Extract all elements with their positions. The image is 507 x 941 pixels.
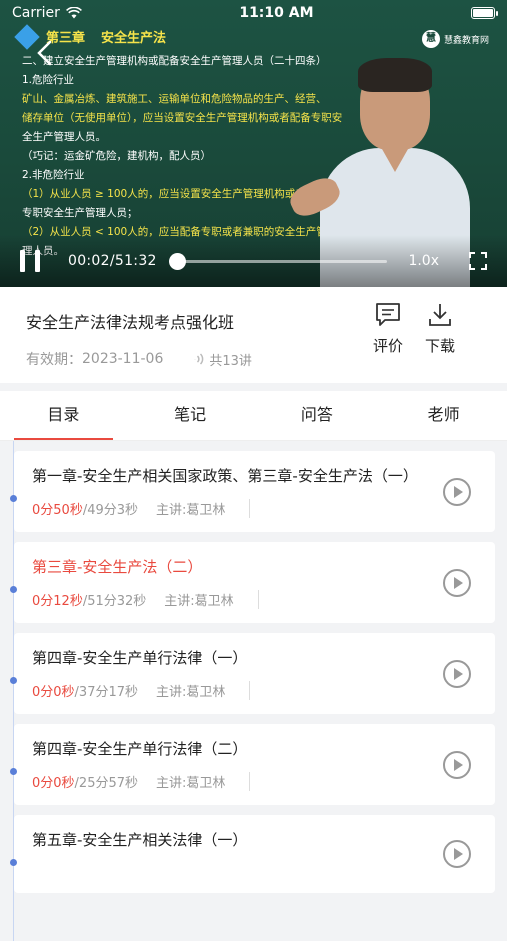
status-bar: Carrier 11:10 AM bbox=[0, 0, 507, 26]
lesson-item[interactable]: 第一章-安全生产相关国家政策、第三章-安全生产法（一） 0分50秒/49分3秒主讲… bbox=[14, 451, 495, 532]
board-line: 全生产管理人员。 bbox=[22, 128, 362, 147]
lesson-item[interactable]: 第四章-安全生产单行法律（二） 0分0秒/25分57秒主讲:葛卫林 bbox=[14, 724, 495, 805]
lesson-meta: 0分0秒/25分57秒主讲:葛卫林 bbox=[32, 772, 435, 791]
school-logo: 慧 慧鑫教育网 bbox=[422, 30, 489, 48]
lesson-teacher: 主讲:葛卫林 bbox=[156, 499, 250, 518]
playback-controls: 00:02/51:32 1.0x bbox=[0, 235, 507, 287]
course-info: 安全生产法律法规考点强化班 有效期： 2023-11-06 共13讲 评价 bbox=[0, 287, 507, 383]
lesson-title: 第四章-安全生产单行法律（一） bbox=[32, 647, 435, 669]
review-button[interactable]: 评价 bbox=[373, 301, 403, 356]
board-line: 1.危险行业 bbox=[22, 71, 362, 90]
speed-button[interactable]: 1.0x bbox=[408, 253, 439, 269]
lesson-watched: 0分12秒 bbox=[32, 590, 83, 609]
timeline-dot bbox=[10, 859, 17, 866]
lesson-meta: 0分50秒/49分3秒主讲:葛卫林 bbox=[32, 499, 435, 518]
play-circle-icon[interactable] bbox=[443, 660, 471, 688]
lesson-watched: 0分50秒 bbox=[32, 499, 83, 518]
download-icon bbox=[427, 302, 453, 328]
school-logo-text: 慧鑫教育网 bbox=[444, 33, 489, 46]
lesson-duration: /25分57秒 bbox=[75, 772, 138, 791]
tab-teacher[interactable]: 老师 bbox=[380, 391, 507, 440]
review-label: 评价 bbox=[373, 335, 403, 356]
download-label: 下载 bbox=[425, 335, 455, 356]
chevron-left-icon bbox=[35, 40, 55, 66]
lesson-watched: 0分0秒 bbox=[32, 681, 75, 700]
clock: 11:10 AM bbox=[239, 5, 313, 21]
pause-button[interactable] bbox=[20, 250, 40, 272]
tab-notes[interactable]: 笔记 bbox=[127, 391, 254, 440]
current-time: 00:02 bbox=[68, 253, 110, 269]
tab-qa[interactable]: 问答 bbox=[254, 391, 381, 440]
tab-bar: 目录 笔记 问答 老师 bbox=[0, 391, 507, 441]
course-actions: 评价 下载 bbox=[373, 301, 455, 356]
timeline-dot bbox=[10, 586, 17, 593]
lesson-meta: 0分0秒/37分17秒主讲:葛卫林 bbox=[32, 681, 435, 700]
seek-bar-thumb[interactable] bbox=[169, 253, 186, 270]
comment-icon bbox=[374, 302, 402, 328]
lesson-item[interactable]: 第三章-安全生产法（二） 0分12秒/51分32秒主讲:葛卫林 bbox=[14, 542, 495, 623]
lesson-count: 共13讲 bbox=[193, 350, 252, 369]
total-time: 51:32 bbox=[115, 253, 157, 269]
timeline-dot bbox=[10, 677, 17, 684]
battery-icon bbox=[471, 7, 495, 19]
fullscreen-icon[interactable] bbox=[469, 252, 487, 270]
lesson-title: 第一章-安全生产相关国家政策、第三章-安全生产法（一） bbox=[32, 465, 435, 487]
board-line: （巧记：运金矿危险，建机构，配人员） bbox=[22, 147, 362, 166]
download-button[interactable]: 下载 bbox=[425, 301, 455, 356]
lesson-teacher: 主讲:葛卫林 bbox=[164, 590, 258, 609]
board-line: 二、建立安全生产管理机构或配备安全生产管理人员（二十四条） bbox=[22, 52, 362, 71]
video-player[interactable]: Carrier 11:10 AM 第三章 安全生产法 慧 慧鑫教育网 二、建立安… bbox=[0, 0, 507, 287]
board-line: 储存单位（无使用单位），应当设置安全生产管理机构或者配备专职安 bbox=[22, 109, 362, 128]
timeline-dot bbox=[10, 768, 17, 775]
play-circle-icon[interactable] bbox=[443, 569, 471, 597]
lesson-watched: 0分0秒 bbox=[32, 772, 75, 791]
lesson-title: 第四章-安全生产单行法律（二） bbox=[32, 738, 435, 760]
lesson-meta: 0分12秒/51分32秒主讲:葛卫林 bbox=[32, 590, 435, 609]
lesson-duration: /37分17秒 bbox=[75, 681, 138, 700]
lesson-count-text: 共13讲 bbox=[209, 350, 252, 369]
play-circle-icon[interactable] bbox=[443, 751, 471, 779]
lesson-item[interactable]: 第五章-安全生产相关法律（一） bbox=[14, 815, 495, 893]
lesson-item[interactable]: 第四章-安全生产单行法律（一） 0分0秒/37分17秒主讲:葛卫林 bbox=[14, 633, 495, 714]
wifi-icon bbox=[66, 7, 82, 19]
audio-wave-icon bbox=[193, 353, 205, 365]
play-circle-icon[interactable] bbox=[443, 840, 471, 868]
board-line: 矿山、金属冶炼、建筑施工、运输单位和危险物品的生产、经营、 bbox=[22, 90, 362, 109]
lesson-list: 第一章-安全生产相关国家政策、第三章-安全生产法（一）0分50秒/49分3秒主讲… bbox=[0, 441, 507, 893]
school-logo-icon: 慧 bbox=[422, 30, 440, 48]
lesson-duration: /49分3秒 bbox=[83, 499, 138, 518]
lesson-meta bbox=[32, 863, 435, 879]
playback-time: 00:02/51:32 bbox=[68, 253, 157, 269]
validity-date: 2023-11-06 bbox=[82, 351, 163, 367]
board-text: 二、建立安全生产管理机构或配备安全生产管理人员（二十四条）1.危险行业矿山、金属… bbox=[22, 52, 362, 261]
board-chapter-name: 安全生产法 bbox=[101, 27, 166, 46]
lesson-teacher: 主讲:葛卫林 bbox=[156, 772, 250, 791]
back-button[interactable] bbox=[30, 40, 60, 70]
seek-bar[interactable] bbox=[177, 260, 387, 263]
lesson-title: 第五章-安全生产相关法律（一） bbox=[32, 829, 435, 851]
lesson-title: 第三章-安全生产法（二） bbox=[32, 556, 435, 578]
lesson-teacher: 主讲:葛卫林 bbox=[156, 681, 250, 700]
tab-catalog[interactable]: 目录 bbox=[0, 391, 127, 440]
play-circle-icon[interactable] bbox=[443, 478, 471, 506]
validity-label: 有效期： bbox=[26, 349, 82, 369]
timeline-dot bbox=[10, 495, 17, 502]
lesson-duration: /51分32秒 bbox=[83, 590, 146, 609]
carrier-label: Carrier bbox=[12, 5, 60, 21]
